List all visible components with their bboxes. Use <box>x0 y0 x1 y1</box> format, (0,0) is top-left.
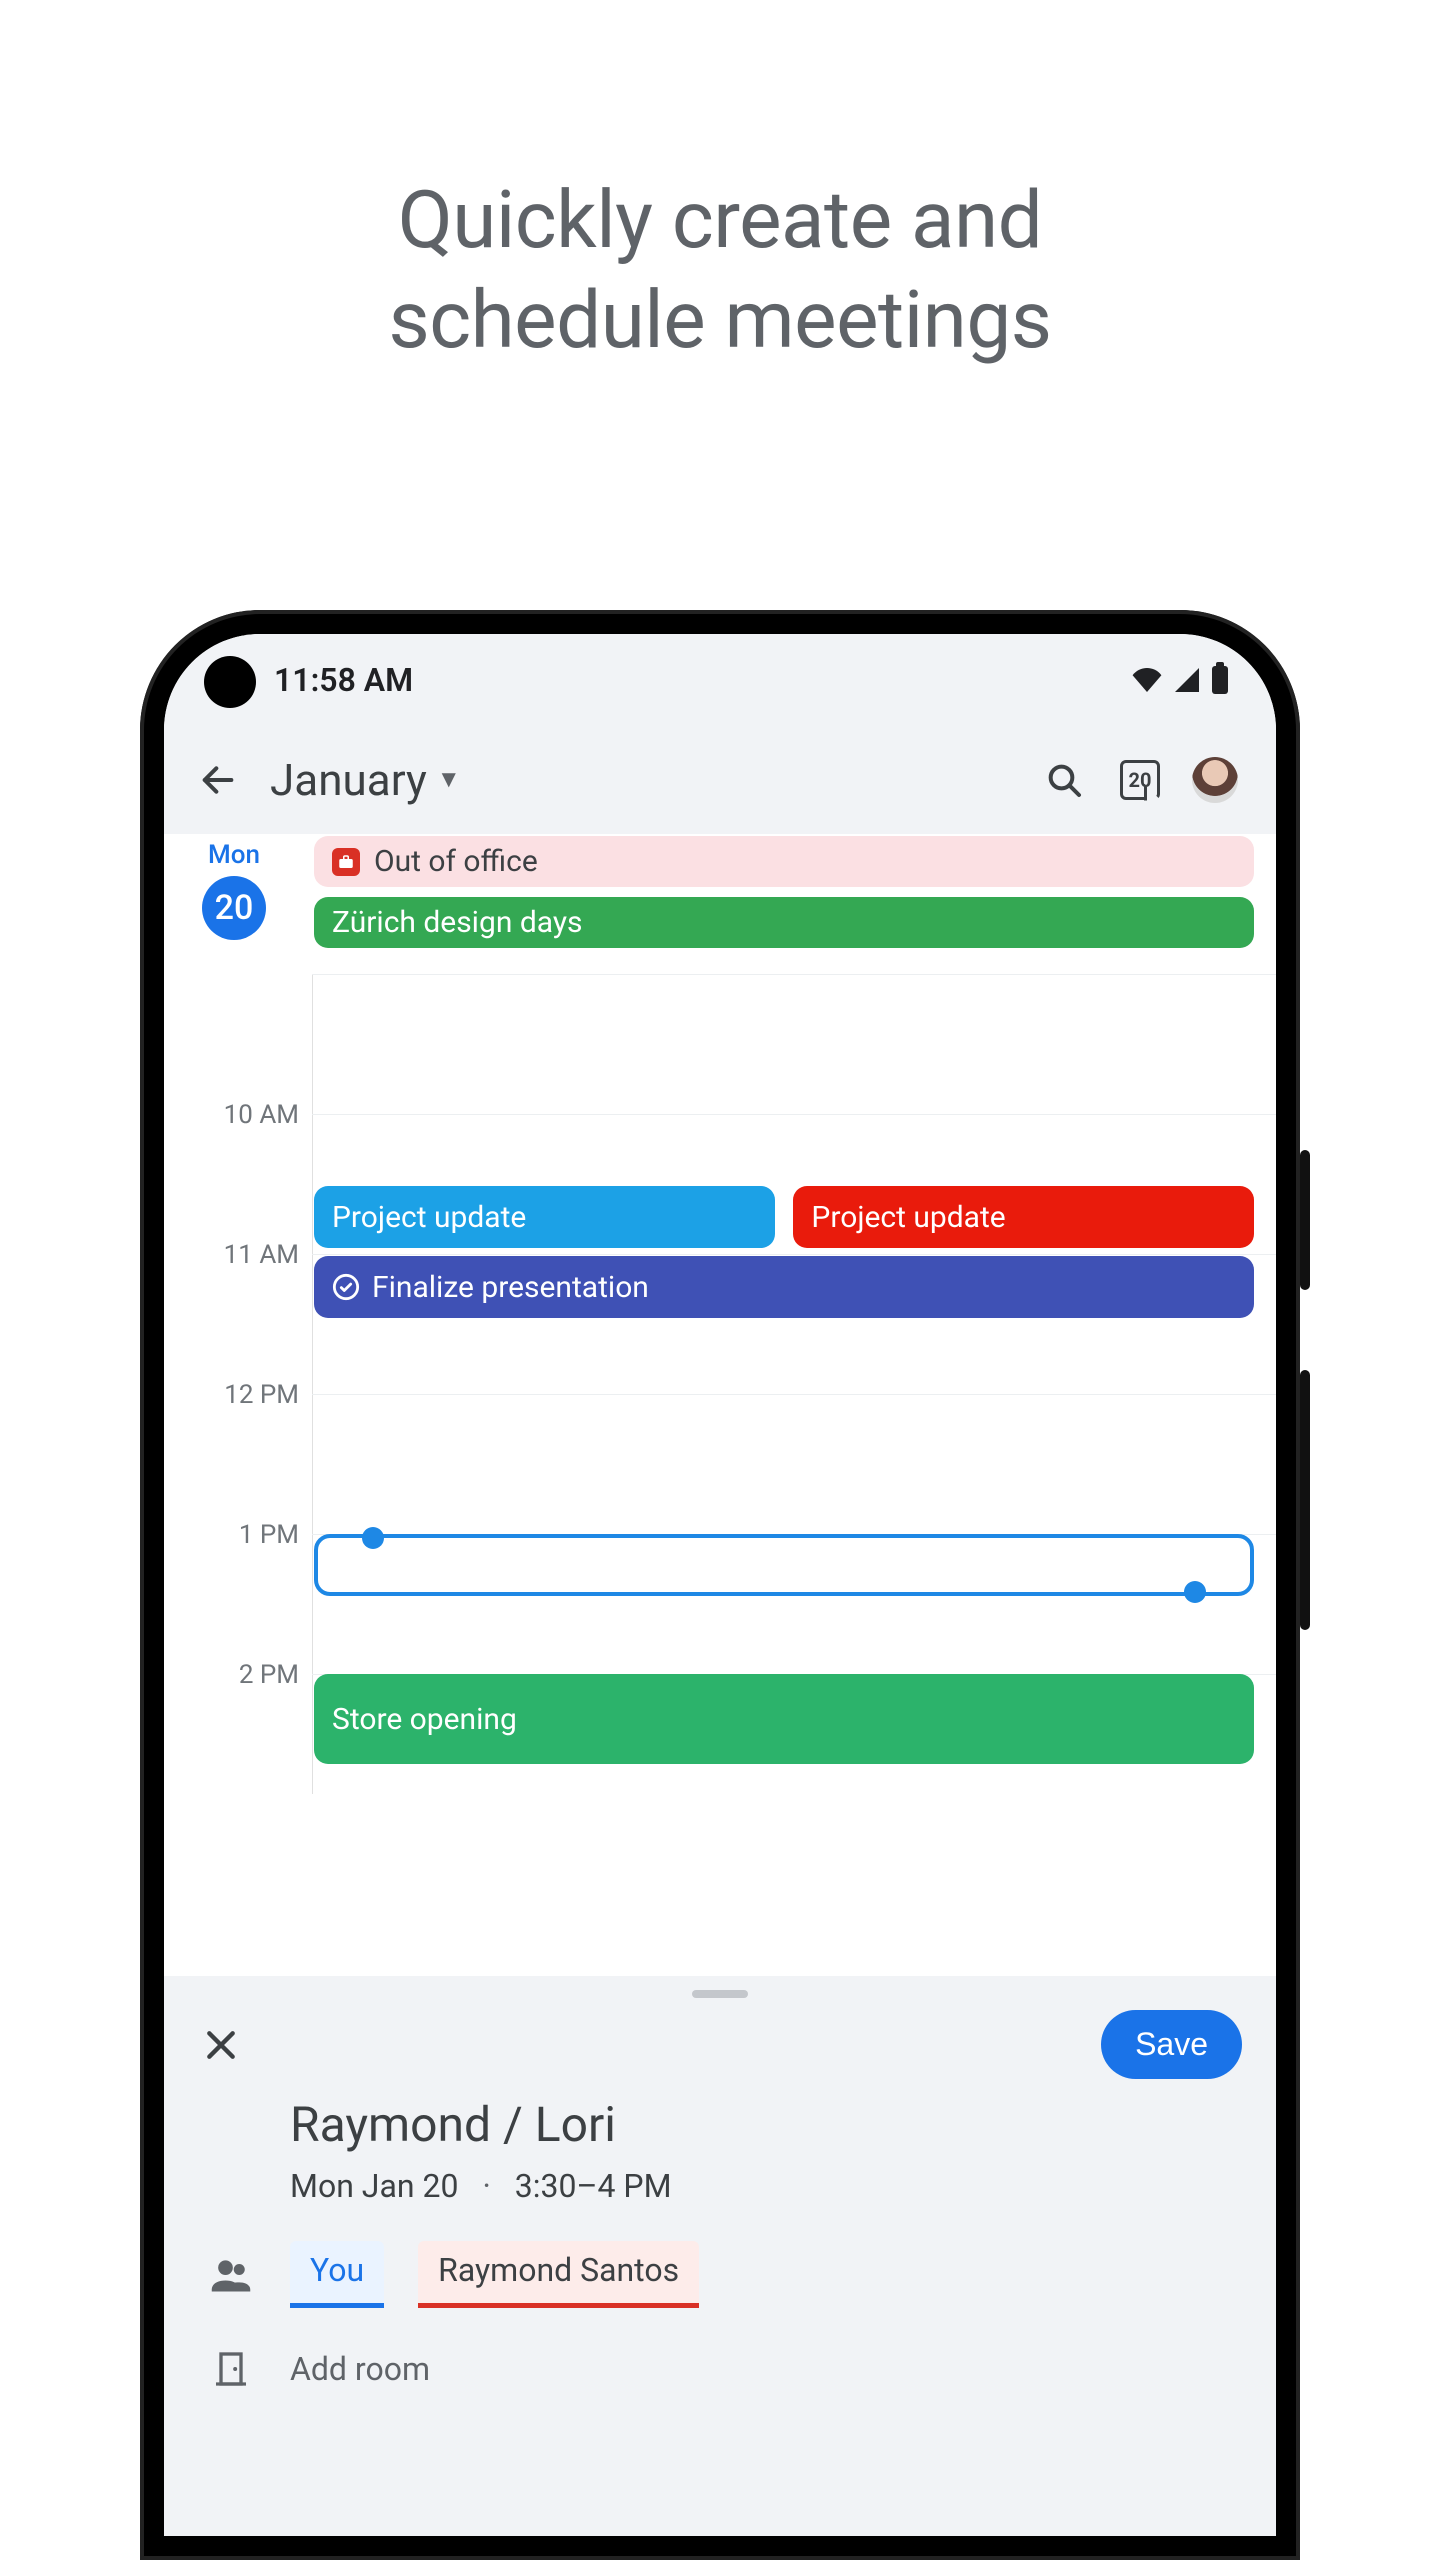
promo-headline: Quickly create and schedule meetings <box>0 170 1440 370</box>
selection-handle-top[interactable] <box>362 1527 384 1549</box>
month-dropdown[interactable]: January ▼ <box>270 754 461 806</box>
battery-icon <box>1212 666 1228 694</box>
sheet-grab-handle[interactable] <box>692 1990 748 1998</box>
event-title: Finalize presentation <box>372 1270 649 1305</box>
hour-label: 10 AM <box>164 1100 299 1130</box>
hour-label: 11 AM <box>164 1240 299 1270</box>
attendee-chip-you[interactable]: You <box>290 2241 384 2308</box>
event-finalize-presentation[interactable]: Finalize presentation <box>314 1256 1254 1318</box>
account-avatar[interactable] <box>1192 757 1238 803</box>
close-button[interactable] <box>194 2018 248 2072</box>
month-label: January <box>270 754 427 806</box>
event-date: Mon Jan 20 <box>290 2167 458 2205</box>
wifi-icon <box>1132 668 1162 692</box>
search-button[interactable] <box>1040 756 1088 804</box>
phone-side-button <box>1300 1150 1310 1290</box>
event-title: Project update <box>332 1200 526 1235</box>
add-room-button[interactable]: Add room <box>290 2350 430 2388</box>
day-label[interactable]: Mon 20 <box>164 834 304 940</box>
status-bar: 11:58 AM <box>164 634 1276 726</box>
event-title: Store opening <box>332 1702 517 1737</box>
briefcase-icon <box>332 848 360 876</box>
event-datetime[interactable]: Mon Jan 20 · 3:30–4 PM <box>290 2167 1276 2205</box>
camera-hole <box>204 656 256 708</box>
headline-line2: schedule meetings <box>388 273 1051 367</box>
hour-label: 2 PM <box>164 1660 299 1690</box>
back-button[interactable] <box>194 756 242 804</box>
attendees-row: You Raymond Santos <box>164 2241 1276 2308</box>
selection-handle-bottom[interactable] <box>1184 1581 1206 1603</box>
event-title: Out of office <box>374 844 538 879</box>
separator-dot: · <box>482 2167 490 2205</box>
hour-label: 12 PM <box>164 1380 299 1410</box>
allday-events: Out of office Zürich design days <box>314 836 1254 948</box>
phone-side-button <box>1300 1370 1310 1630</box>
day-header: Mon 20 Out of office Zürich design days <box>164 834 1276 974</box>
today-button[interactable]: 20 <box>1116 756 1164 804</box>
quick-create-sheet: Save Raymond / Lori Mon Jan 20 · 3:30–4 … <box>164 1976 1276 2536</box>
calendar-today-icon: 20 <box>1120 760 1160 800</box>
attendee-chip-raymond[interactable]: Raymond Santos <box>418 2241 699 2308</box>
event-project-update-2[interactable]: Project update <box>793 1186 1254 1248</box>
people-icon <box>206 2250 256 2300</box>
event-title: Project update <box>811 1200 1005 1235</box>
phone-frame: 11:58 AM January ▼ <box>140 610 1300 2560</box>
phone-screen: 11:58 AM January ▼ <box>164 634 1276 2536</box>
event-title-input[interactable]: Raymond / Lori <box>290 2101 1276 2149</box>
save-button[interactable]: Save <box>1101 2010 1242 2079</box>
cellular-icon <box>1174 668 1200 692</box>
status-icons <box>1132 666 1228 694</box>
room-row: Add room <box>164 2344 1276 2394</box>
chevron-down-icon: ▼ <box>437 765 461 794</box>
room-icon <box>206 2344 256 2394</box>
allday-event-ooo[interactable]: Out of office <box>314 836 1254 887</box>
allday-event-zurich[interactable]: Zürich design days <box>314 897 1254 948</box>
new-event-selection[interactable] <box>314 1534 1254 1596</box>
app-header: January ▼ 20 <box>164 726 1276 834</box>
hour-label: 1 PM <box>164 1520 299 1550</box>
status-time: 11:58 AM <box>274 661 413 699</box>
event-project-update-1[interactable]: Project update <box>314 1186 775 1248</box>
weekday-label: Mon <box>164 840 304 870</box>
task-check-icon <box>332 1273 360 1301</box>
day-number: 20 <box>202 876 266 940</box>
day-timeline[interactable]: 10 AM 11 AM 12 PM 1 PM 2 PM Project upda… <box>164 974 1276 1794</box>
event-area: Project update Project update Finalize p… <box>314 974 1254 1794</box>
headline-line1: Quickly create and <box>398 173 1043 267</box>
event-store-opening[interactable]: Store opening <box>314 1674 1254 1764</box>
event-title: Zürich design days <box>332 905 583 940</box>
event-time: 3:30–4 PM <box>515 2167 672 2205</box>
